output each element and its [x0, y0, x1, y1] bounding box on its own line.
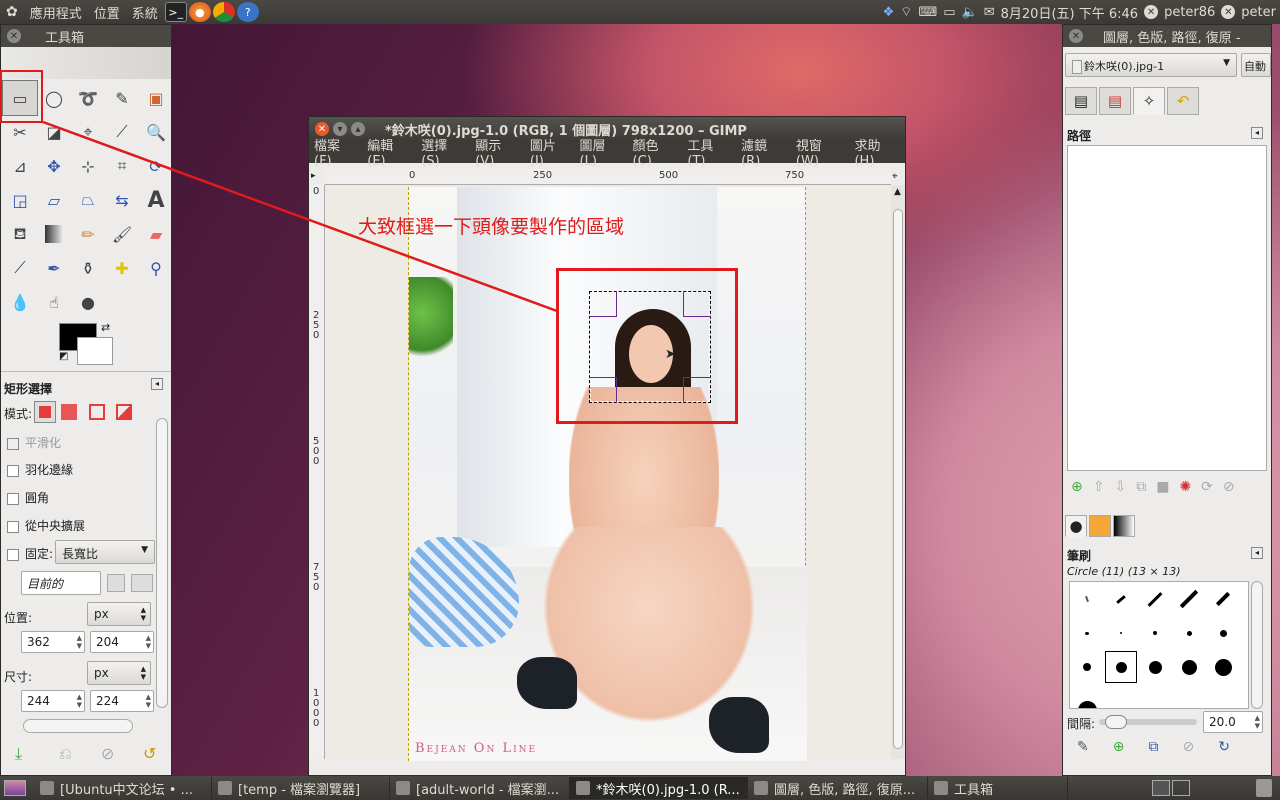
brush-item[interactable] [1085, 595, 1089, 603]
image-select[interactable]: 鈴木咲(0).jpg-1 ▼ [1065, 53, 1237, 77]
taskbar-item-label: [temp - 檔案瀏覽器] [238, 782, 361, 798]
paths-title: 路徑 [1067, 129, 1092, 143]
brush-item-selected[interactable] [1105, 651, 1137, 683]
window-icon [40, 781, 54, 795]
window-icon [754, 781, 768, 795]
paths-list[interactable] [1067, 145, 1267, 471]
lower-path-icon[interactable]: ⇩ [1114, 479, 1126, 495]
brush-item[interactable] [1186, 630, 1192, 636]
refresh-brushes-icon[interactable]: ↻ [1218, 739, 1230, 755]
window-icon [934, 781, 948, 795]
brushes-title: 筆刷 [1067, 549, 1092, 563]
taskbar-item-label: 工具箱 [954, 782, 994, 798]
channels-tab-icon[interactable]: ▤ [1099, 87, 1131, 115]
paths-tab-icon[interactable]: ✧ [1133, 87, 1165, 115]
trash-icon[interactable] [1256, 779, 1272, 797]
layers-titlebar[interactable]: ✕ 圖層, 色版, 路徑, 復原 - [1063, 25, 1271, 47]
duplicate-brush-icon[interactable]: ⧉ [1148, 739, 1158, 755]
patterns-tab-icon[interactable] [1089, 515, 1111, 537]
brush-item[interactable] [1116, 594, 1126, 604]
bottom-panel: [Ubuntu中文论坛 • ... [temp - 檔案瀏覽器] [adult-wo… [0, 776, 1280, 800]
taskbar-item-label: [Ubuntu中文论坛 • ... [60, 782, 193, 798]
brush-item[interactable] [1181, 659, 1197, 675]
duplicate-path-icon[interactable]: ⧉ [1136, 479, 1146, 495]
raise-path-icon[interactable]: ⇧ [1093, 479, 1105, 495]
window-icon [218, 781, 232, 795]
brush-item[interactable] [1077, 700, 1097, 708]
image-thumb-icon [1072, 60, 1082, 74]
spacing-slider[interactable] [1099, 715, 1197, 729]
paths-actions: ⊕ ⇧ ⇩ ⧉ ■ ✺ ⟳ ⊘ [1071, 479, 1235, 495]
taskbar-item[interactable]: *鈴木咲(0).jpg-1.0 (R... [570, 777, 748, 799]
brushes-tab-icon[interactable]: ● [1065, 515, 1087, 537]
taskbar-item-label: *鈴木咲(0).jpg-1.0 (R... [596, 782, 740, 798]
brush-item[interactable] [1179, 589, 1199, 609]
brush-tabs: ● [1065, 515, 1135, 537]
brush-item[interactable] [1085, 631, 1089, 635]
taskbar-item[interactable]: 工具箱 [928, 777, 1068, 799]
taskbar-item-label: 圖層, 色版, 路徑, 復原... [774, 782, 916, 798]
brush-item[interactable] [1220, 707, 1226, 708]
brush-item[interactable] [1219, 629, 1227, 637]
brush-item[interactable] [1120, 632, 1122, 634]
close-icon[interactable]: ✕ [1069, 29, 1083, 43]
brushes-menu-icon[interactable]: ◂ [1251, 547, 1263, 559]
edit-brush-icon[interactable]: ✎ [1077, 739, 1089, 755]
selection-to-path-icon[interactable]: ✺ [1179, 479, 1191, 495]
gradients-tab-icon[interactable] [1113, 515, 1135, 537]
brush-item[interactable] [1147, 591, 1163, 607]
brush-actions: ✎ ⊕ ⧉ ⊘ ↻ [1077, 739, 1230, 755]
new-path-icon[interactable]: ⊕ [1071, 479, 1083, 495]
new-brush-icon[interactable]: ⊕ [1113, 739, 1125, 755]
delete-brush-icon[interactable]: ⊘ [1182, 739, 1194, 755]
brush-name: Circle (11) (13 × 13) [1067, 565, 1181, 578]
taskbar-item[interactable]: [Ubuntu中文论坛 • ... [34, 777, 212, 799]
slider-thumb[interactable] [1105, 715, 1127, 729]
path-to-selection-icon[interactable]: ■ [1156, 479, 1169, 495]
layers-tab-icon[interactable]: ▤ [1065, 87, 1097, 115]
show-desktop-icon[interactable] [4, 780, 26, 796]
brush-grid[interactable] [1069, 581, 1249, 709]
stroke-path-icon[interactable]: ⟳ [1201, 479, 1213, 495]
layers-dock-window: ✕ 圖層, 色版, 路徑, 復原 - 鈴木咲(0).jpg-1 ▼ 自動 ▤ ▤ … [1062, 24, 1272, 776]
window-icon [396, 781, 410, 795]
brush-item[interactable] [1153, 631, 1157, 635]
brush-item[interactable] [1214, 658, 1232, 676]
window-icon [576, 781, 590, 795]
delete-path-icon[interactable]: ⊘ [1223, 479, 1235, 495]
brush-item[interactable] [1215, 591, 1231, 607]
workspace-switcher[interactable] [1152, 780, 1190, 796]
brush-item[interactable] [1187, 708, 1191, 709]
paths-menu-icon[interactable]: ◂ [1251, 127, 1263, 139]
auto-button[interactable]: 自動 [1241, 53, 1271, 77]
brush-item[interactable] [1148, 660, 1162, 674]
brush-item[interactable] [1154, 709, 1157, 710]
task-list: [Ubuntu中文论坛 • ... [temp - 檔案瀏覽器] [adult-wo… [34, 777, 1068, 799]
undo-tab-icon[interactable]: ↶ [1167, 87, 1199, 115]
spacing-label: 間隔: [1067, 717, 1096, 731]
brush-item[interactable] [1083, 663, 1091, 671]
dock-tabs: ▤ ▤ ✧ ↶ [1065, 87, 1199, 115]
brush-scrollbar[interactable] [1251, 581, 1263, 709]
taskbar-item[interactable]: 圖層, 色版, 路徑, 復原... [748, 777, 928, 799]
taskbar-item-label: [adult-world - 檔案瀏... [416, 782, 560, 798]
spacing-input[interactable]: 20.0 ▲ ▼ [1203, 711, 1263, 733]
taskbar-item[interactable]: [adult-world - 檔案瀏... [390, 777, 570, 799]
taskbar-item[interactable]: [temp - 檔案瀏覽器] [212, 777, 390, 799]
layers-title: 圖層, 色版, 路徑, 復原 - [1103, 30, 1241, 46]
